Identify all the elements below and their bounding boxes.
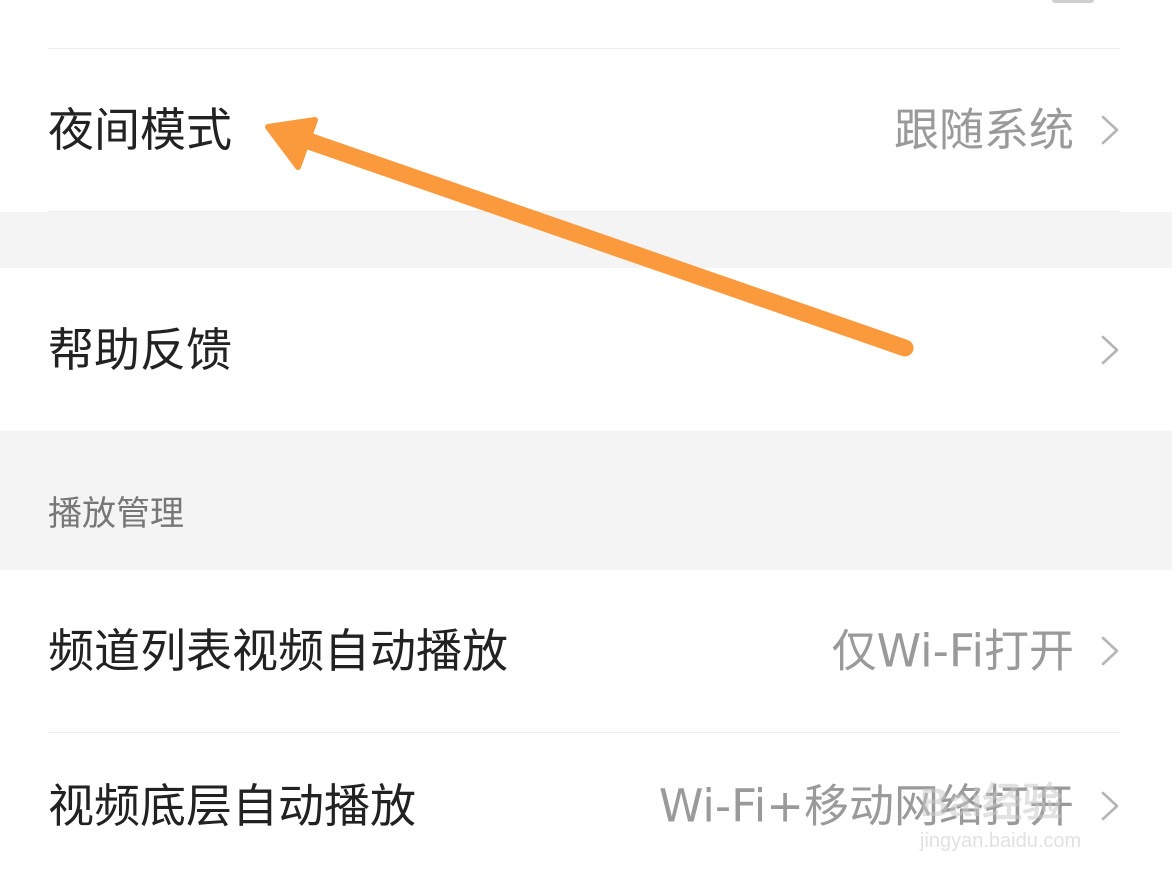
watermark-url: jingyan.baidu.com	[920, 830, 1082, 852]
channel-autoplay-value: 仅Wi-Fi打开	[831, 624, 1074, 678]
night-mode-label: 夜间模式	[48, 103, 232, 157]
help-feedback-label: 帮助反馈	[48, 322, 232, 377]
chevron-right-icon	[1101, 335, 1119, 364]
settings-row-channel-autoplay[interactable]: 频道列表视频自动播放 仅Wi-Fi打开	[0, 570, 1172, 732]
watermark-brand: Bai经验	[920, 781, 1063, 825]
previous-row-remnant	[0, 0, 1172, 48]
bottom-autoplay-label: 视频底层自动播放	[48, 779, 416, 833]
section-gap	[0, 212, 1172, 268]
settings-row-night-mode[interactable]: 夜间模式 跟随系统	[0, 49, 1172, 211]
previous-row-toggle-edge	[1052, 0, 1094, 3]
chevron-right-icon	[1101, 115, 1119, 145]
watermark: Bai经验 jingyan.baidu.com	[920, 752, 1110, 862]
night-mode-value: 跟随系统	[893, 103, 1074, 157]
settings-row-help-feedback[interactable]: 帮助反馈	[0, 268, 1172, 431]
channel-autoplay-label: 频道列表视频自动播放	[48, 624, 508, 678]
playback-section-title: 播放管理	[48, 494, 184, 535]
section-header-playback: 播放管理	[0, 431, 1172, 570]
chevron-right-icon	[1101, 636, 1119, 666]
